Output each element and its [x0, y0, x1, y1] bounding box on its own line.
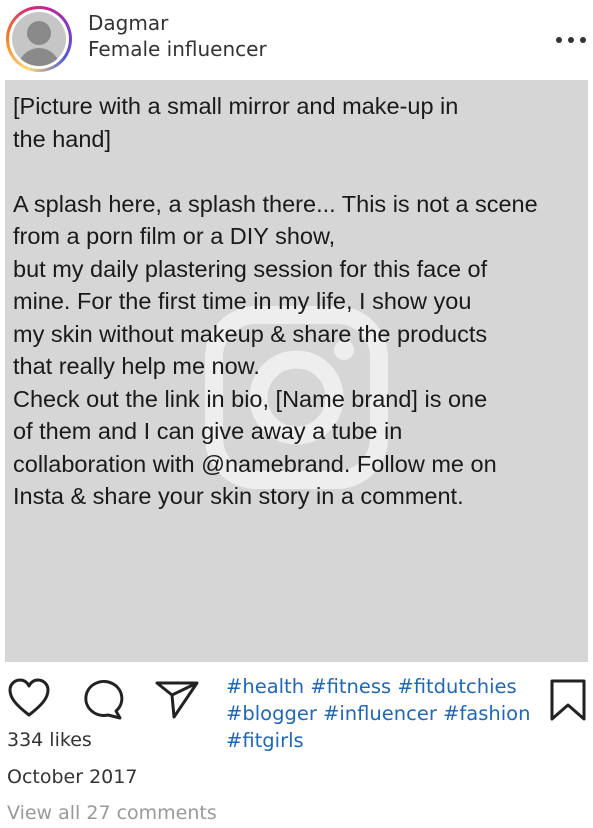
avatar[interactable]	[6, 6, 72, 72]
bookmark-icon[interactable]	[548, 678, 588, 722]
heart-icon[interactable]	[7, 678, 51, 718]
username[interactable]: Dagmar	[88, 11, 168, 35]
caption-line: A splash here, a splash there... This is…	[13, 190, 538, 217]
caption-line: from a porn film or a DIY show,	[13, 223, 336, 249]
hashtags: #health #fitness #fitdutchies #blogger #…	[226, 673, 546, 754]
post-image[interactable]: [Picture with a small mirror and make-up…	[5, 80, 588, 662]
avatar-placeholder-icon	[12, 12, 66, 66]
caption-line: but my daily plastering session for this…	[13, 255, 488, 282]
user-subtitle: Female influencer	[88, 37, 267, 61]
send-icon[interactable]	[154, 678, 200, 720]
post-caption: [Picture with a small mirror and make-up…	[13, 90, 578, 513]
caption-line: my skin without makeup & share the produ…	[13, 320, 488, 347]
post-date: October 2017	[7, 766, 138, 788]
caption-line: mine. For the first time in my life, I s…	[13, 288, 472, 314]
caption-line: that really help me now.	[13, 353, 260, 379]
more-horizontal-icon[interactable]	[553, 30, 589, 50]
likes-count[interactable]: 334 likes	[7, 729, 92, 751]
caption-line: Insta & share your skin story in a comme…	[13, 483, 464, 509]
caption-line: collaboration with @namebrand. Follow me…	[13, 450, 497, 477]
view-comments-link[interactable]: View all 27 comments	[7, 802, 217, 824]
post-header: Dagmar Female influencer	[0, 0, 593, 80]
hashtag-line[interactable]: #fitgirls	[226, 727, 546, 754]
caption-line: [Picture with a small mirror and make-up…	[13, 93, 459, 119]
comment-icon[interactable]	[80, 678, 126, 720]
caption-line: of them and I can give away a tube in	[13, 418, 403, 444]
caption-line: the hand]	[13, 125, 112, 152]
caption-line: Check out the link in bio, [Name brand] …	[13, 385, 488, 412]
hashtag-line[interactable]: #health #fitness #fitdutchies	[226, 673, 546, 700]
hashtag-line[interactable]: #blogger #influencer #fashion	[226, 700, 546, 727]
